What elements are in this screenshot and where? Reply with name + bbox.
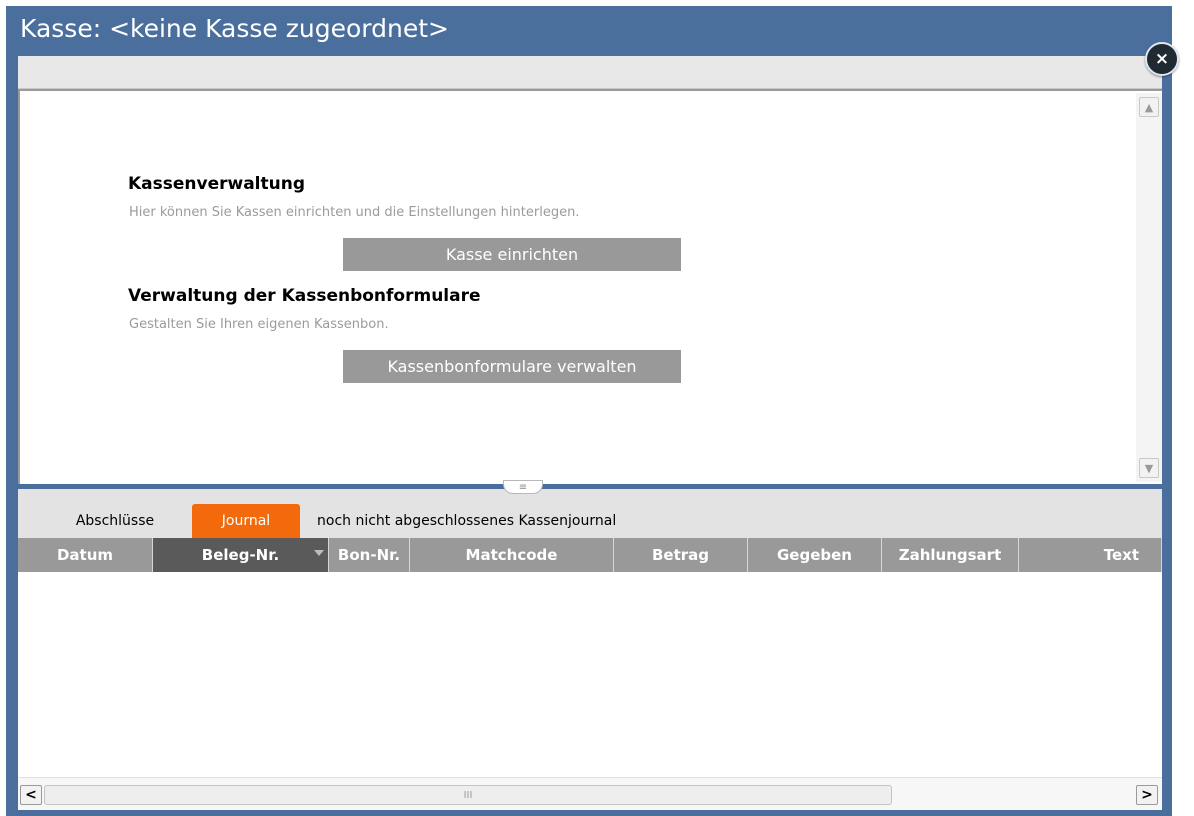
- section-heading-kassenverwaltung: Kassenverwaltung: [128, 174, 306, 194]
- journal-grid-body[interactable]: [18, 572, 1162, 777]
- tab-abschluesse[interactable]: Abschlüsse: [62, 504, 168, 538]
- splitter-handle[interactable]: ≡: [503, 480, 543, 494]
- sort-descending-icon: [314, 550, 324, 556]
- tab-journal[interactable]: Journal: [192, 504, 300, 538]
- chevron-up-icon: ▲: [1144, 100, 1154, 114]
- column-header-beleg-nr[interactable]: Beleg-Nr.: [153, 538, 329, 572]
- manage-receipt-forms-button[interactable]: Kassenbonformulare verwalten: [343, 350, 681, 383]
- setup-register-button[interactable]: Kasse einrichten: [343, 238, 681, 271]
- grip-icon: III: [463, 789, 473, 801]
- toolbar: [18, 56, 1162, 89]
- column-header-matchcode[interactable]: Matchcode: [410, 538, 614, 572]
- window-title: Kasse: <keine Kasse zugeordnet>: [20, 14, 449, 43]
- section-description-receipt-forms: Gestalten Sie Ihren eigenen Kassenbon.: [129, 317, 389, 332]
- close-button[interactable]: ×: [1145, 42, 1179, 76]
- scroll-left-button[interactable]: <: [20, 785, 42, 805]
- chevron-left-icon: <: [25, 787, 37, 803]
- scroll-right-button[interactable]: >: [1136, 785, 1158, 805]
- scroll-down-button[interactable]: ▼: [1139, 458, 1159, 478]
- column-header-gegeben[interactable]: Gegeben: [748, 538, 882, 572]
- section-heading-receipt-forms: Verwaltung der Kassenbonformulare: [128, 286, 481, 306]
- horizontal-scrollbar[interactable]: < III >: [18, 777, 1162, 810]
- column-header-bon-nr[interactable]: Bon-Nr.: [329, 538, 410, 572]
- column-header-text[interactable]: Text: [1019, 538, 1162, 572]
- column-header-datum[interactable]: Datum: [18, 538, 153, 572]
- section-description-kassenverwaltung: Hier können Sie Kassen einrichten und di…: [129, 205, 580, 220]
- grip-icon: ≡: [518, 481, 528, 493]
- chevron-down-icon: ▼: [1144, 461, 1154, 475]
- scrollbar-thumb[interactable]: III: [44, 785, 892, 805]
- scroll-up-button[interactable]: ▲: [1139, 97, 1159, 117]
- column-header-zahlungsart[interactable]: Zahlungsart: [882, 538, 1019, 572]
- chevron-right-icon: >: [1141, 787, 1153, 803]
- tab-caption: noch nicht abgeschlossenes Kassenjournal: [317, 513, 617, 529]
- column-header-betrag[interactable]: Betrag: [614, 538, 748, 572]
- close-icon: ×: [1154, 49, 1170, 69]
- journal-grid-header: Datum Beleg-Nr. Bon-Nr. Matchcode Betrag…: [18, 538, 1162, 572]
- vertical-scrollbar[interactable]: ▲ ▼: [1136, 93, 1162, 482]
- tab-bar: Abschlüsse Journal noch nicht abgeschlos…: [18, 489, 1162, 538]
- column-header-beleg-nr-label: Beleg-Nr.: [201, 546, 280, 564]
